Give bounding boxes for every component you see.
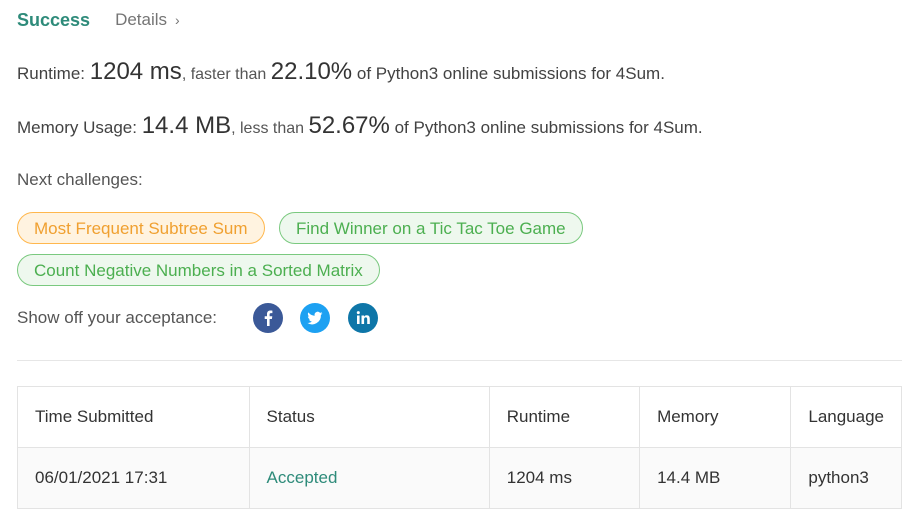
runtime-percent: 22.10% xyxy=(270,58,353,85)
runtime-stat: Runtime: 1204 ms, faster than 22.10% of … xyxy=(17,58,665,86)
details-link[interactable]: Details › xyxy=(115,10,180,30)
memory-stat: Memory Usage: 14.4 MB, less than 52.67% … xyxy=(17,112,703,140)
runtime-suffix: of Python3 online submissions for 4Sum. xyxy=(352,64,665,83)
cell-time-submitted: 06/01/2021 17:31 xyxy=(17,447,250,509)
runtime-label: Runtime: xyxy=(17,64,90,83)
details-label: Details xyxy=(115,10,168,29)
share-label: Show off your acceptance: xyxy=(17,308,218,327)
runtime-value: 1204 ms xyxy=(89,58,182,85)
table-header-row: Time Submitted Status Runtime Memory Lan… xyxy=(17,386,902,448)
column-header-time-submitted[interactable]: Time Submitted xyxy=(17,386,250,448)
cell-memory: 14.4 MB xyxy=(639,447,792,509)
status-accepted-link[interactable]: Accepted xyxy=(267,468,338,487)
next-challenges-label: Next challenges: xyxy=(17,170,143,189)
facebook-icon[interactable] xyxy=(253,303,283,333)
memory-comparison: , less than xyxy=(231,120,309,137)
memory-label: Memory Usage: xyxy=(17,118,142,137)
runtime-comparison: , faster than xyxy=(181,66,271,83)
cell-runtime: 1204 ms xyxy=(488,447,641,509)
table-row[interactable]: 06/01/2021 17:31 Accepted 1204 ms 14.4 M… xyxy=(17,447,902,509)
result-header: Success Details › xyxy=(17,8,180,32)
column-header-language[interactable]: Language xyxy=(790,386,902,448)
cell-language: python3 xyxy=(790,447,902,509)
twitter-icon[interactable] xyxy=(300,303,330,333)
challenge-tag-most-frequent-subtree-sum[interactable]: Most Frequent Subtree Sum xyxy=(17,212,265,244)
section-divider xyxy=(17,360,902,361)
column-header-status[interactable]: Status xyxy=(248,386,490,448)
linkedin-icon[interactable] xyxy=(348,303,378,333)
memory-value: 14.4 MB xyxy=(141,112,232,139)
cell-status: Accepted xyxy=(248,447,490,509)
challenge-tag-count-negative-numbers[interactable]: Count Negative Numbers in a Sorted Matri… xyxy=(17,254,380,286)
chevron-right-icon: › xyxy=(175,12,180,28)
memory-suffix: of Python3 online submissions for 4Sum. xyxy=(389,118,703,137)
memory-percent: 52.67% xyxy=(308,112,390,139)
status-title: Success xyxy=(17,9,91,30)
submissions-table: Time Submitted Status Runtime Memory Lan… xyxy=(17,386,902,509)
column-header-runtime[interactable]: Runtime xyxy=(488,386,641,448)
challenge-tag-find-winner-tic-tac-toe[interactable]: Find Winner on a Tic Tac Toe Game xyxy=(279,212,583,244)
column-header-memory[interactable]: Memory xyxy=(639,386,792,448)
